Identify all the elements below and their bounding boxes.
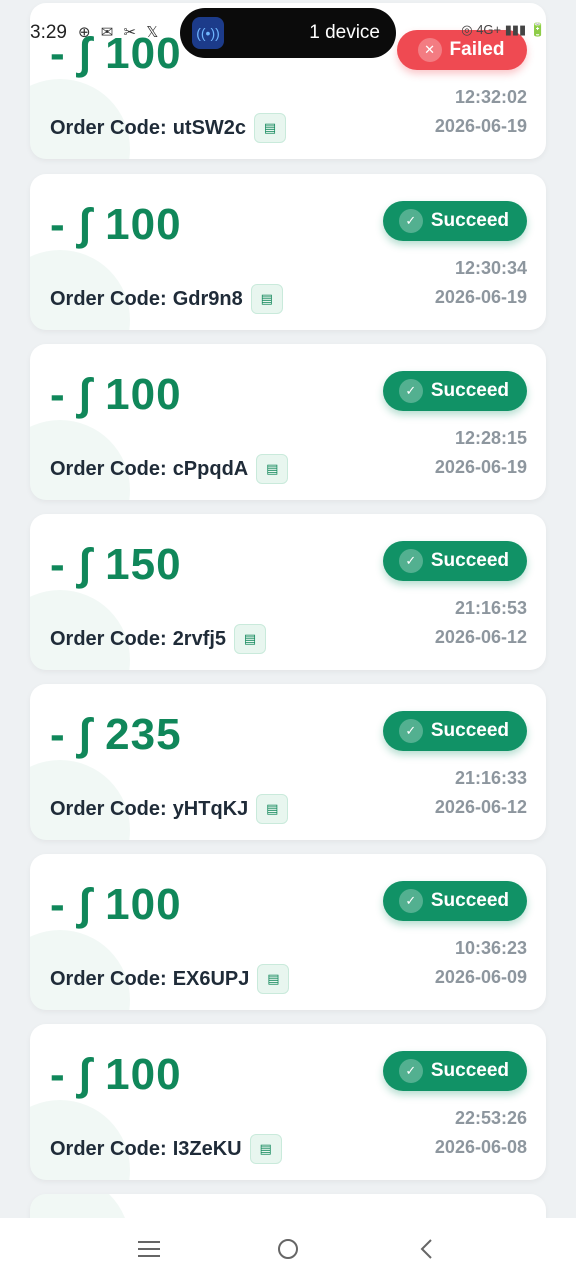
dynamic-island[interactable]: ((•)) 1 device [180, 8, 396, 58]
order-date: 2026-06-19 [434, 116, 527, 136]
status-badge: ✓ Succeed [382, 711, 527, 751]
copy-document-icon[interactable]: ▤ [256, 794, 289, 824]
order-amount: - ∫ 100 [50, 370, 182, 419]
check-icon: ✓ [398, 1059, 423, 1083]
order-code-label: Order Code: [50, 967, 167, 990]
order-time: 21:16:33 [454, 768, 527, 788]
order-time: 10:36:23 [454, 938, 527, 958]
copy-document-icon[interactable]: ▤ [250, 284, 283, 314]
order-card[interactable]: - ∫ 100 ✓ Succeed Order Code: I3ZeKU ▤ 2… [30, 1024, 546, 1180]
back-chevron-svg [420, 1239, 432, 1259]
order-time: 12:32:02 [454, 87, 527, 107]
order-date: 2026-06-08 [434, 1137, 527, 1157]
status-label: Succeed [430, 380, 509, 401]
status-label: Succeed [430, 210, 509, 231]
order-time: 22:53:26 [454, 1108, 527, 1128]
order-code-label: Order Code: [50, 287, 167, 310]
copy-document-icon[interactable]: ▤ [257, 964, 290, 994]
copy-document-icon[interactable]: ▤ [256, 454, 289, 484]
order-amount: - ∫ 235 [50, 710, 182, 759]
order-code-value: 2rvfj5 [172, 627, 227, 650]
status-label: Succeed [430, 890, 509, 911]
order-amount: - ∫ 100 [50, 200, 182, 249]
check-icon: ✓ [398, 209, 423, 233]
order-code-value: Gdr9n8 [172, 287, 243, 310]
order-date: 2026-06-19 [434, 457, 527, 477]
menu-icon-svg [138, 1241, 161, 1257]
order-code-row: Order Code: 2rvfj5 ▤ [50, 624, 267, 654]
order-code-row: Order Code: I3ZeKU ▤ [50, 1134, 282, 1164]
status-bar: 3:29 ⊕ ✉ ✂ 𝕏 ((•)) 1 device ◎ 4G+ ▮▮▮ 🔋 [0, 0, 576, 66]
status-label: Succeed [430, 550, 509, 571]
check-icon: ✓ [398, 719, 423, 743]
order-code-label: Order Code: [50, 457, 167, 480]
system-status-icons: ◎ 4G+ ▮▮▮ 🔋 [461, 22, 546, 37]
order-code-row: Order Code: yHTqKJ ▤ [50, 794, 289, 824]
copy-document-icon[interactable]: ▤ [249, 1134, 282, 1164]
order-code-value: yHTqKJ [172, 797, 249, 820]
status-label: Succeed [430, 720, 509, 741]
order-card[interactable]: - ∫ 150 ✓ Succeed Order Code: 2rvfj5 ▤ 2… [30, 514, 546, 670]
status-badge: ✓ Succeed [382, 541, 527, 581]
notification-icons: ⊕ ✉ ✂ 𝕏 [78, 24, 162, 41]
status-label: Succeed [430, 1060, 509, 1081]
order-code-label: Order Code: [50, 1137, 167, 1160]
order-code-row: Order Code: Gdr9n8 ▤ [50, 284, 283, 314]
order-card[interactable]: - ∫ 235 ✓ Succeed Order Code: yHTqKJ ▤ 2… [30, 684, 546, 840]
nfc-signal-icon: ((•)) [192, 17, 224, 49]
order-date: 2026-06-12 [434, 797, 527, 817]
status-time: 3:29 [30, 22, 67, 43]
status-badge: ✓ Succeed [382, 371, 527, 411]
order-code-value: cPpqdA [172, 457, 249, 480]
back-chevron-icon[interactable] [407, 1229, 447, 1269]
order-time: 21:16:53 [454, 598, 527, 618]
check-icon: ✓ [398, 549, 423, 573]
order-amount: - ∫ 100 [50, 1050, 182, 1099]
order-code-label: Order Code: [50, 797, 167, 820]
status-badge: ✓ Succeed [382, 881, 527, 921]
check-icon: ✓ [398, 889, 423, 913]
home-circle-icon[interactable] [268, 1229, 308, 1269]
island-text: 1 device [309, 22, 380, 43]
check-icon: ✓ [398, 379, 423, 403]
order-code-row: Order Code: utSW2c ▤ [50, 113, 287, 143]
order-code-value: EX6UPJ [172, 967, 250, 990]
order-amount: - ∫ 100 [50, 880, 182, 929]
status-badge: ✓ Succeed [382, 1051, 527, 1091]
order-card[interactable]: - ∫ 100 ✓ Succeed Order Code: EX6UPJ ▤ 1… [30, 854, 546, 1010]
order-date: 2026-06-12 [434, 627, 527, 647]
order-code-label: Order Code: [50, 116, 167, 139]
order-time: 12:28:15 [454, 428, 527, 448]
order-date: 2026-06-19 [434, 287, 527, 307]
order-code-row: Order Code: cPpqdA ▤ [50, 454, 289, 484]
order-amount: - ∫ 150 [50, 540, 182, 589]
order-code-label: Order Code: [50, 627, 167, 650]
system-nav-bar [0, 1218, 576, 1280]
copy-document-icon[interactable]: ▤ [234, 624, 267, 654]
order-card[interactable]: - ∫ 100 ✓ Succeed Order Code: cPpqdA ▤ 1… [30, 344, 546, 500]
status-badge: ✓ Succeed [382, 201, 527, 241]
home-circle-svg [277, 1239, 298, 1259]
order-code-value: utSW2c [172, 116, 247, 139]
order-code-value: I3ZeKU [172, 1137, 242, 1160]
order-code-row: Order Code: EX6UPJ ▤ [50, 964, 290, 994]
order-time: 12:30:34 [454, 258, 527, 278]
menu-icon[interactable] [129, 1229, 169, 1269]
copy-document-icon[interactable]: ▤ [254, 113, 287, 143]
order-card[interactable]: - ∫ 100 ✓ Succeed Order Code: Gdr9n8 ▤ 1… [30, 174, 546, 330]
order-date: 2026-06-09 [434, 967, 527, 987]
